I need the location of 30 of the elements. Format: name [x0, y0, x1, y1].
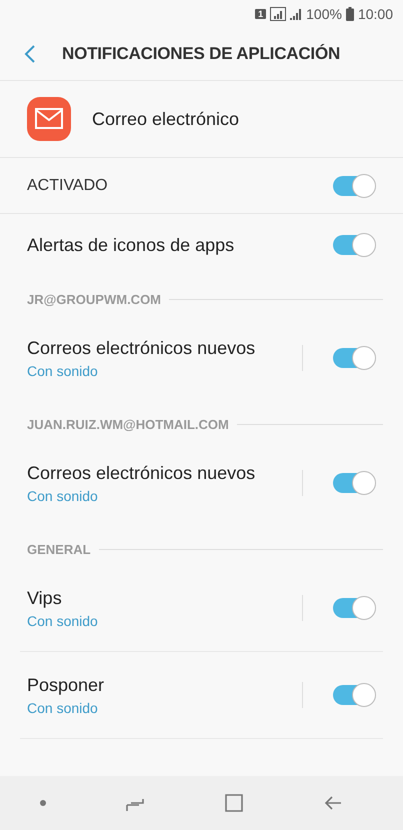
toggle-switch[interactable] [333, 596, 375, 620]
section-header: JUAN.RUIZ.WM@HOTMAIL.COM [27, 417, 229, 432]
setting-subtitle: Con sonido [27, 488, 99, 504]
section-header: GENERAL [27, 542, 91, 557]
setting-label: Alertas de iconos de apps [27, 234, 236, 256]
setting-subtitle: Con sonido [27, 700, 99, 716]
setting-subtitle: Con sonido [27, 612, 99, 628]
setting-label: Correos electrónicos nuevos [27, 338, 256, 358]
toggle-switch[interactable] [333, 233, 375, 257]
signal-icon [270, 7, 286, 21]
section-header: JR@GROUPWM.COM [27, 292, 162, 307]
toggle-switch[interactable] [333, 174, 375, 198]
toggle-switch[interactable] [333, 471, 375, 495]
setting-label: Correos electrónicos nuevos [27, 462, 256, 484]
toggle-switch[interactable] [333, 346, 375, 370]
setting-label: Posponer [27, 674, 106, 696]
setting-label: ACTIVADO [27, 176, 109, 194]
setting-subtitle: Con sonido [27, 362, 99, 378]
setting-label: Vips [27, 588, 63, 608]
dot-icon[interactable] [40, 800, 46, 806]
signal-icon [290, 8, 302, 20]
battery-percent: 100% [306, 6, 342, 22]
toggle-switch[interactable] [333, 683, 375, 707]
home-icon[interactable] [224, 793, 244, 813]
sim-badge: 1 [255, 9, 266, 19]
battery-icon [346, 7, 354, 21]
page-title: NOTIFICACIONES DE APLICACIÓN [62, 44, 340, 64]
app-name: Correo electrónico [92, 108, 240, 130]
clock: 10:00 [358, 6, 393, 22]
envelope-icon [27, 97, 71, 141]
